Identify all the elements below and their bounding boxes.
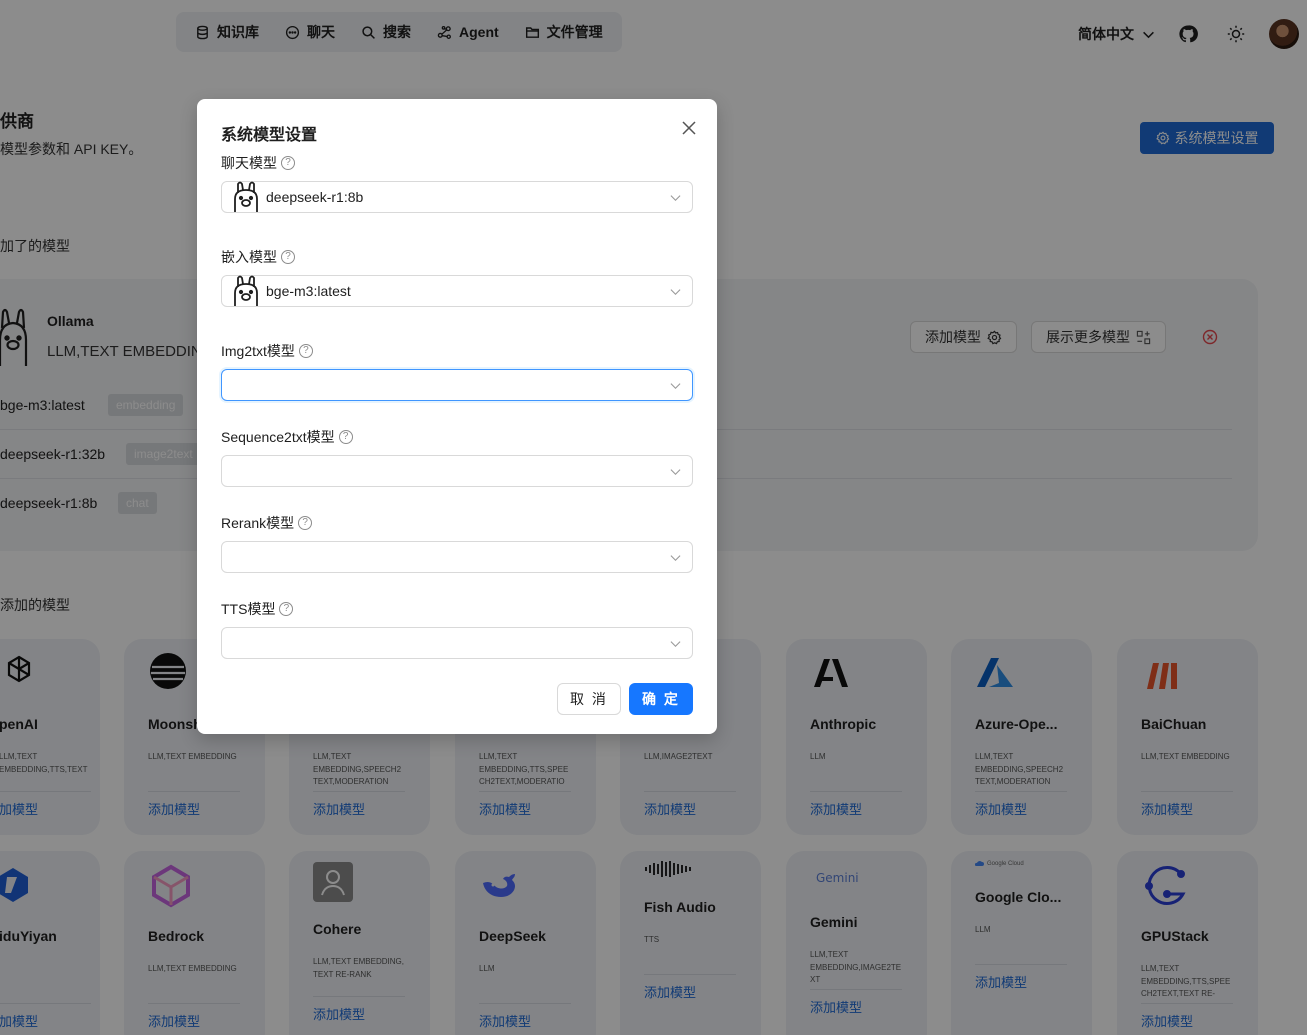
help-icon[interactable]: ? — [281, 250, 295, 264]
help-icon[interactable]: ? — [281, 156, 295, 170]
chat-model-value: deepseek-r1:8b — [266, 189, 364, 205]
rerank-model-select[interactable] — [221, 541, 693, 573]
img2txt-model-select[interactable] — [221, 369, 693, 401]
chevron-down-icon — [670, 641, 681, 648]
tts-model-label: TTS模型 ? — [221, 599, 294, 619]
chat-model-select[interactable]: deepseek-r1:8b — [221, 181, 693, 213]
chevron-down-icon — [670, 555, 681, 562]
help-icon[interactable]: ? — [279, 602, 294, 616]
chevron-down-icon — [670, 469, 681, 476]
sequence2txt-model-label: Sequence2txt模型 ? — [221, 427, 353, 447]
img2txt-model-label-text: Img2txt模型 — [221, 343, 295, 359]
rerank-model-label: Rerank模型 ? — [221, 513, 313, 533]
embedding-model-value: bge-m3:latest — [266, 283, 351, 299]
embedding-model-label-text: 嵌入模型 — [221, 249, 277, 265]
chevron-down-icon — [670, 289, 681, 296]
sequence2txt-model-label-text: Sequence2txt模型 — [221, 429, 335, 445]
tts-model-select[interactable] — [221, 627, 693, 659]
system-model-settings-dialog: 系统模型设置 聊天模型 ? deepseek-r1:8b 嵌入模型 ? bge-… — [197, 99, 717, 734]
help-icon[interactable]: ? — [298, 516, 313, 530]
help-icon[interactable]: ? — [338, 430, 353, 444]
chat-model-label-text: 聊天模型 — [221, 155, 277, 171]
ollama-llama-icon — [234, 181, 258, 212]
chevron-down-icon — [670, 383, 681, 390]
confirm-button[interactable]: 确 定 — [629, 683, 693, 715]
chevron-down-icon — [670, 195, 681, 202]
sequence2txt-model-select[interactable] — [221, 455, 693, 487]
ollama-llama-icon — [234, 275, 258, 306]
embedding-model-select[interactable]: bge-m3:latest — [221, 275, 693, 307]
close-icon[interactable] — [682, 121, 696, 135]
embedding-model-label: 嵌入模型 ? — [221, 247, 295, 267]
img2txt-model-label: Img2txt模型 ? — [221, 341, 313, 361]
chat-model-label: 聊天模型 ? — [221, 153, 295, 173]
cancel-button[interactable]: 取 消 — [557, 683, 621, 715]
help-icon[interactable]: ? — [298, 344, 313, 358]
rerank-model-label-text: Rerank模型 — [221, 515, 295, 531]
tts-model-label-text: TTS模型 — [221, 601, 276, 617]
dialog-title: 系统模型设置 — [221, 127, 318, 144]
